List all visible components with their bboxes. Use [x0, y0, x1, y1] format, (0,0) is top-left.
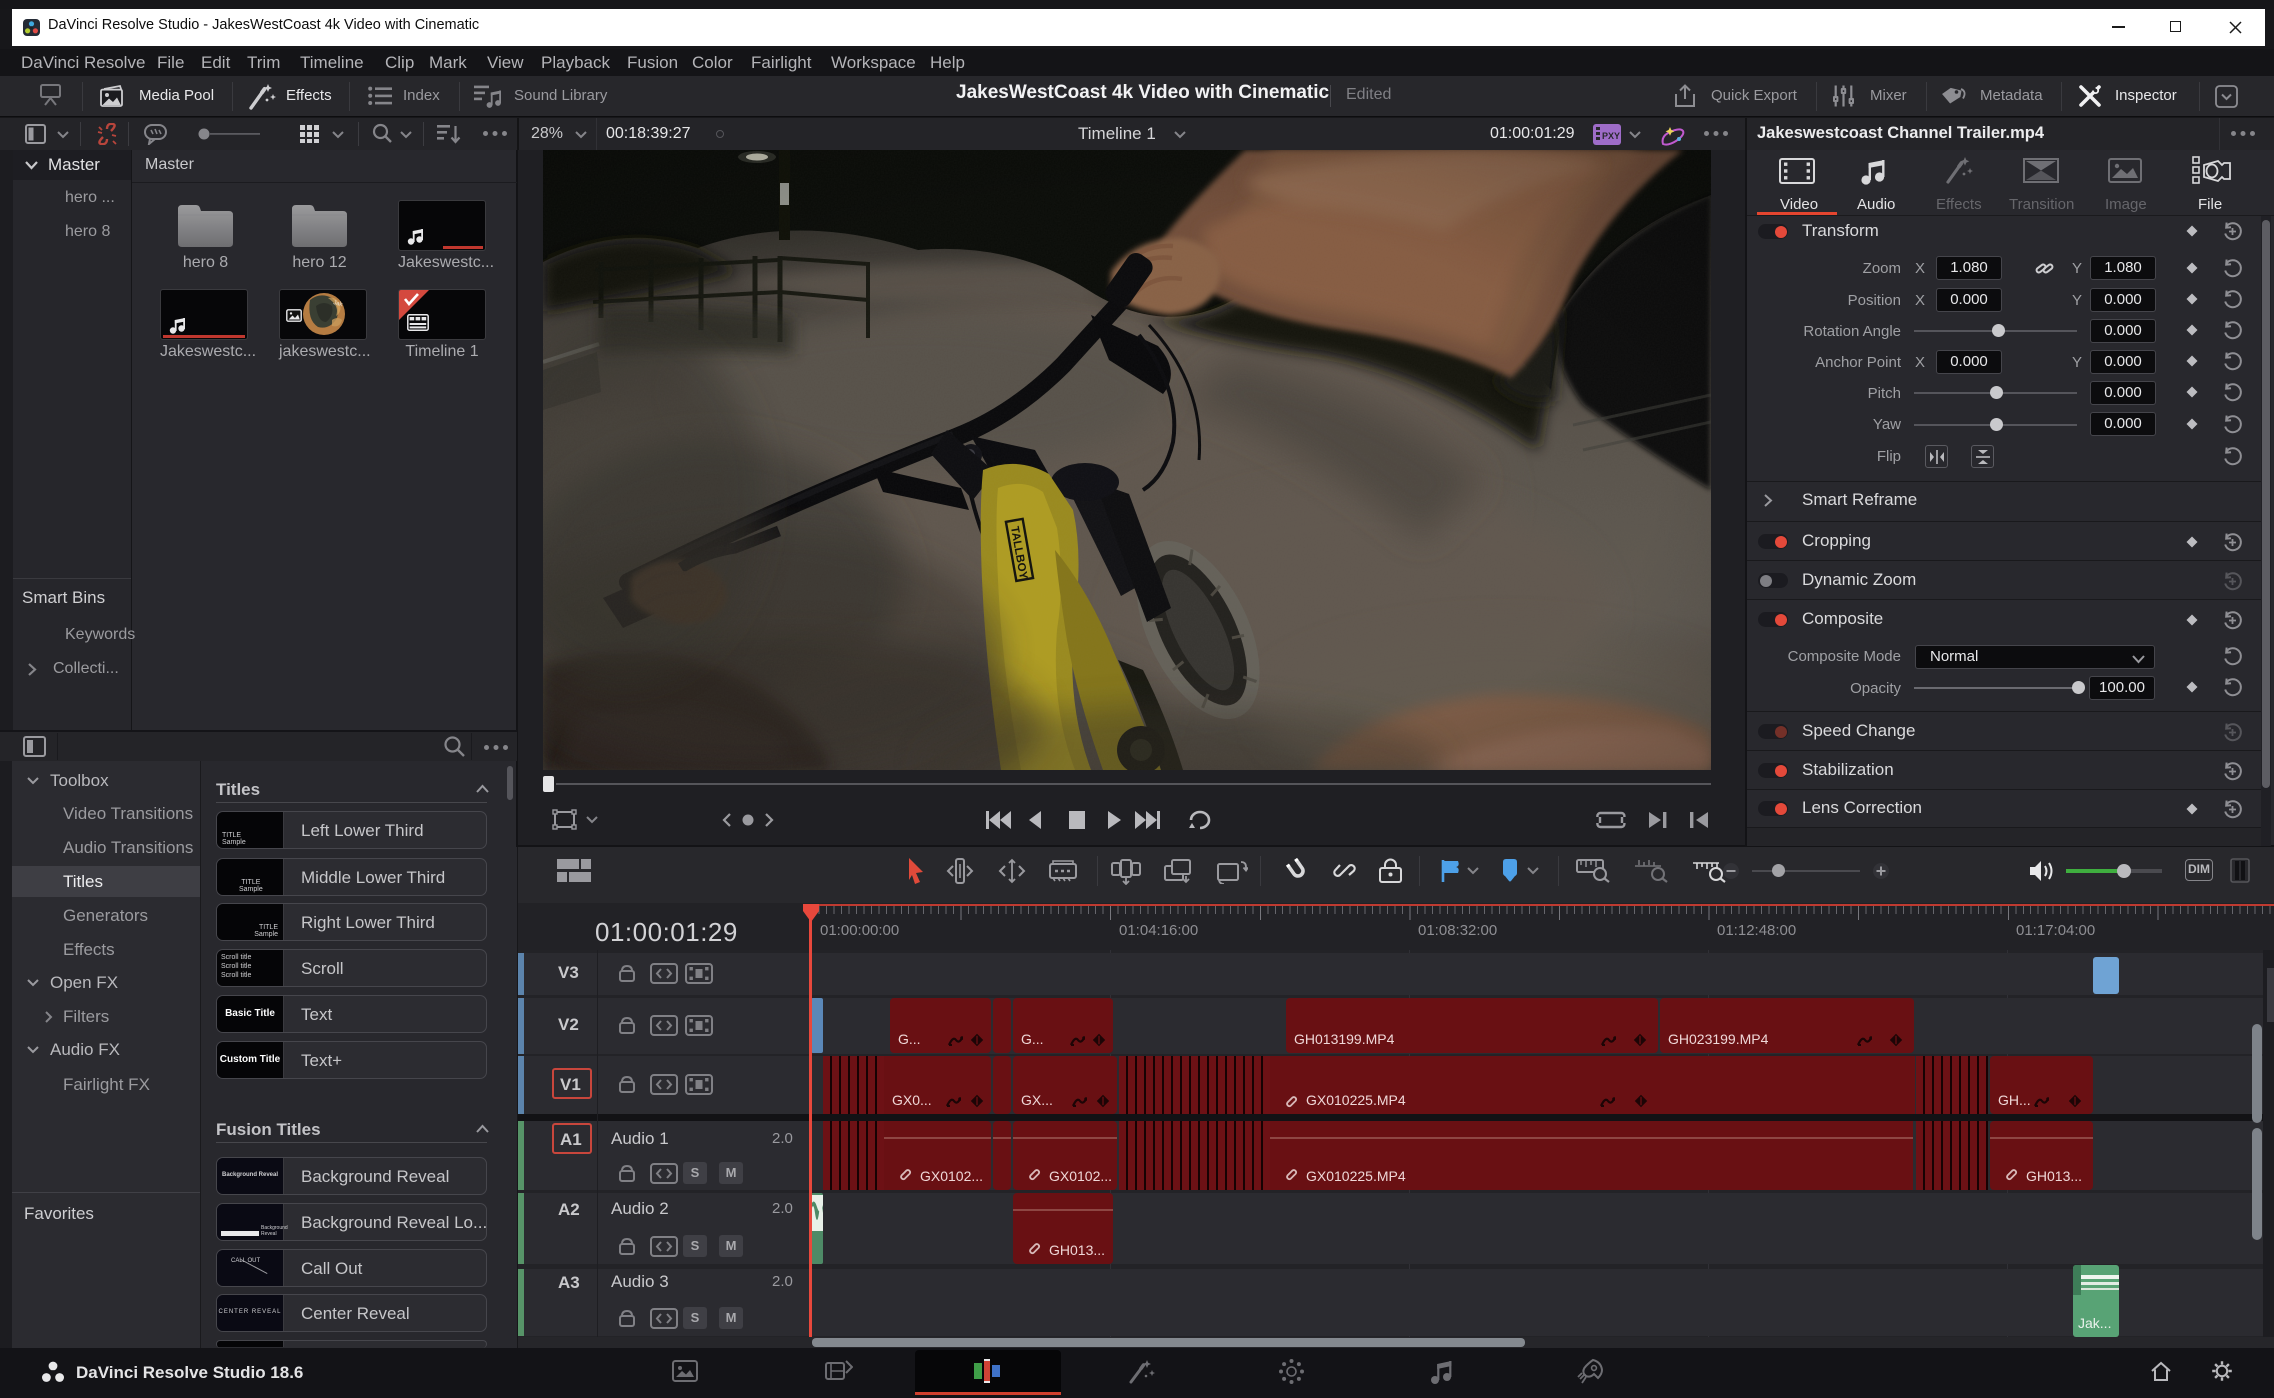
svg-text:PXY: PXY [1602, 131, 1620, 141]
